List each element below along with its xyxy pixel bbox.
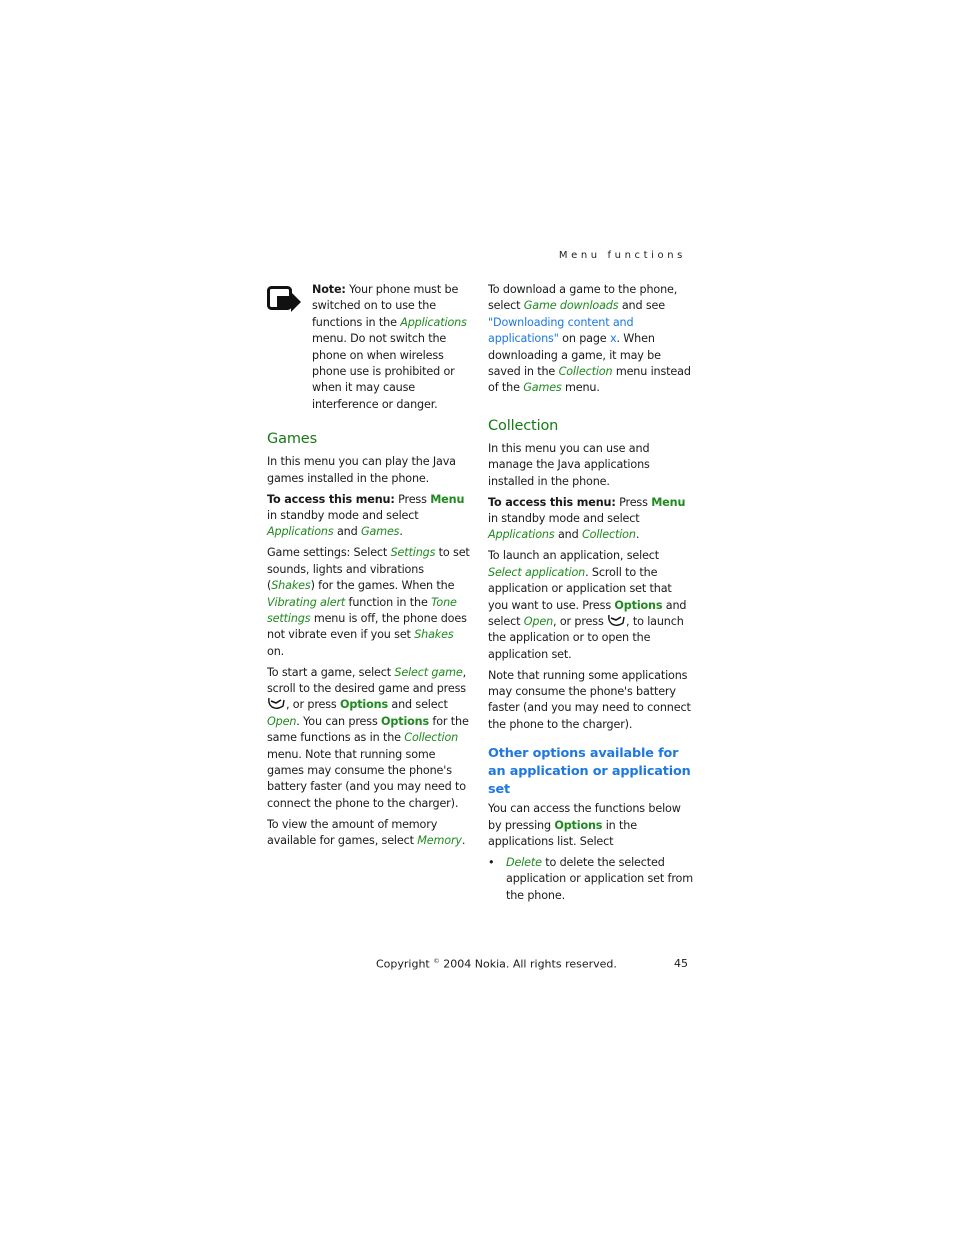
- collection-battery-note: Note that running some applications may …: [488, 668, 691, 731]
- copyright-footer: Copyright © 2004 Nokia. All rights reser…: [376, 957, 617, 971]
- running-head: Menu functions: [558, 250, 686, 261]
- subsection-heading-other-options: Other options available for an applicati…: [488, 746, 691, 798]
- note-icon: [267, 286, 301, 312]
- collection-launch: To launch an application, select Select …: [488, 549, 687, 661]
- note-label: Note:: [312, 283, 346, 296]
- manual-page: Menu functions Note: Your phone must be …: [0, 0, 954, 1235]
- games-start: To start a game, select Select game, scr…: [267, 665, 469, 810]
- left-column: Note: Your phone must be switched on to …: [267, 282, 472, 854]
- collection-intro: In this menu you can use and manage the …: [488, 441, 650, 488]
- term-applications: Applications: [400, 315, 467, 329]
- bullet-icon: •: [488, 855, 495, 869]
- games-access: To access this menu: Press Menu in stand…: [267, 492, 465, 539]
- games-intro: In this menu you can play the Java games…: [267, 455, 456, 485]
- games-memory: To view the amount of memory available f…: [267, 817, 466, 848]
- collection-access: To access this menu: Press Menu in stand…: [488, 495, 686, 542]
- section-heading-games: Games: [267, 431, 317, 448]
- options-list: • Delete to delete the selected applicati…: [488, 855, 693, 904]
- list-item: • Delete to delete the selected applicati…: [488, 855, 693, 902]
- section-heading-collection: Collection: [488, 417, 559, 434]
- key-menu: Menu: [430, 492, 465, 506]
- page-number: 45: [674, 957, 688, 970]
- right-column: To download a game to the phone, select …: [488, 282, 693, 904]
- note-text: Note: Your phone must be switched on to …: [312, 283, 467, 411]
- note-box: Note: Your phone must be switched on to …: [267, 282, 472, 413]
- select-key-icon: [268, 698, 285, 710]
- games-settings: Game settings: Select Settings to set so…: [267, 546, 470, 658]
- download-paragraph: To download a game to the phone, select …: [488, 283, 691, 395]
- other-options-intro: You can access the functions below by pr…: [488, 802, 681, 849]
- select-key-icon: [608, 614, 625, 626]
